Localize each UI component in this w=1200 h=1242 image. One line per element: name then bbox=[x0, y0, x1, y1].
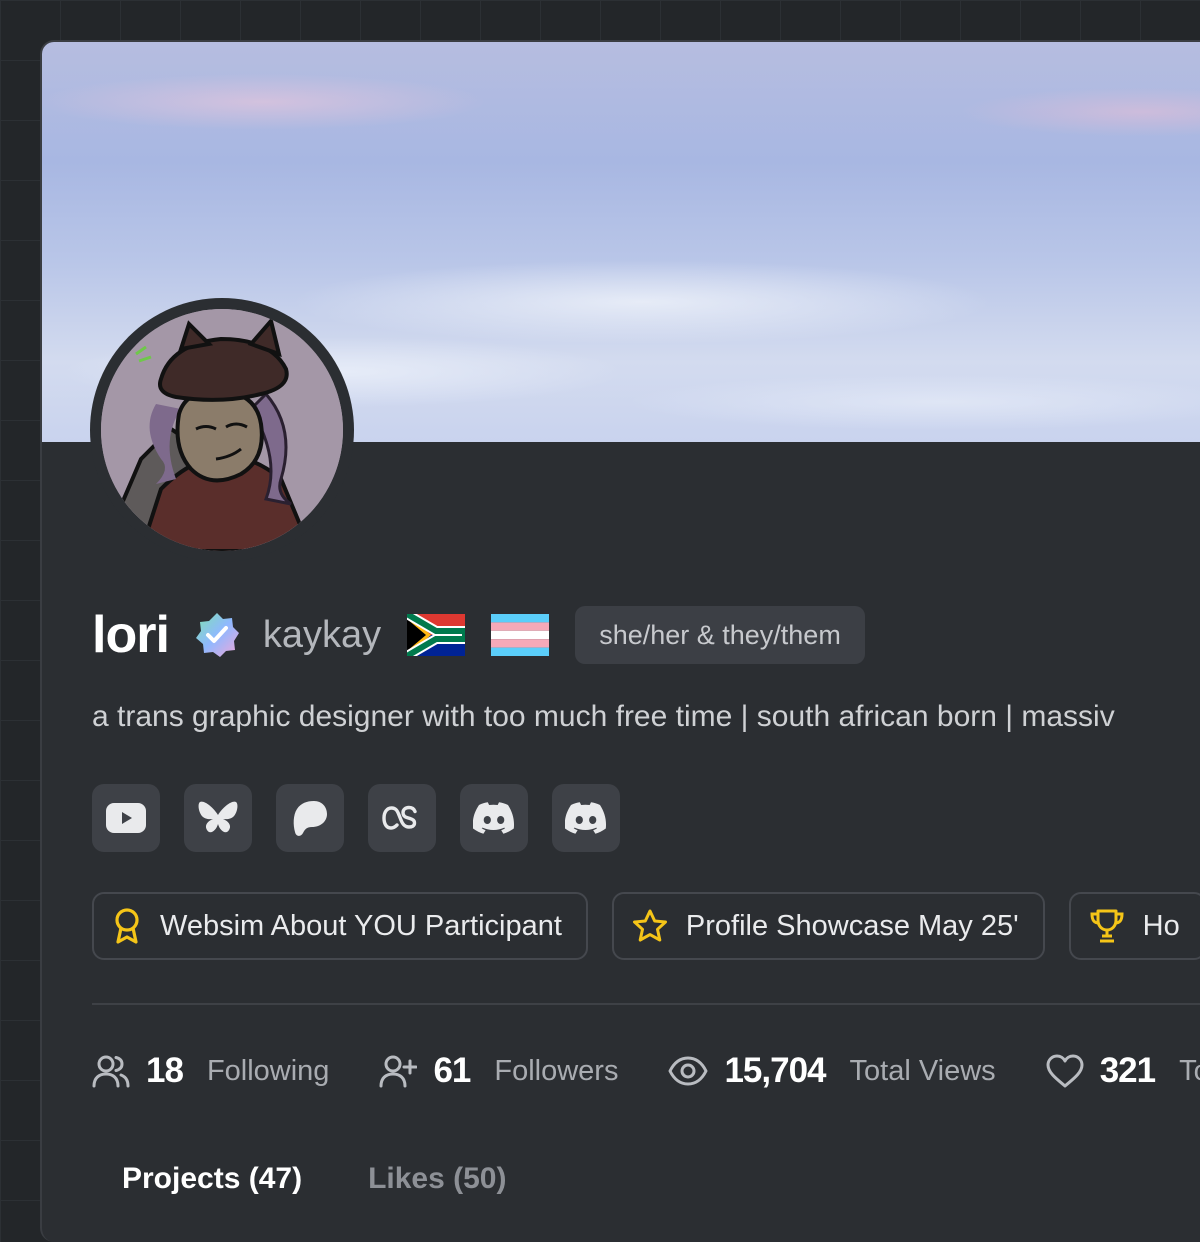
badge-label: Websim About YOU Participant bbox=[160, 909, 562, 942]
verified-badge-icon bbox=[195, 613, 239, 657]
profile-card: lori kaykay she/her & they/them a trans … bbox=[40, 40, 1200, 1242]
divider bbox=[92, 1003, 1200, 1005]
profile-bio: a trans graphic designer with too much f… bbox=[92, 700, 1115, 733]
stat-label: Followers bbox=[494, 1054, 619, 1087]
bluesky-link[interactable] bbox=[184, 784, 252, 852]
achievement-badges: Websim About YOU Participant Profile Sho… bbox=[92, 892, 1200, 960]
patreon-icon bbox=[293, 801, 327, 836]
stat-following[interactable]: 18 Following bbox=[92, 1051, 329, 1091]
stat-value: 321 bbox=[1099, 1051, 1156, 1090]
achievement-badge[interactable]: Profile Showcase May 25' bbox=[611, 892, 1045, 960]
star-icon bbox=[632, 909, 667, 942]
south-africa-flag-icon bbox=[407, 614, 466, 656]
stat-label: Following bbox=[206, 1054, 330, 1087]
avatar[interactable] bbox=[90, 298, 354, 562]
achievement-badge[interactable]: Ho bbox=[1068, 892, 1200, 960]
username: kaykay bbox=[262, 613, 382, 656]
tab-projects[interactable]: Projects (47) bbox=[122, 1162, 302, 1196]
transgender-flag-icon bbox=[491, 614, 550, 656]
youtube-link[interactable] bbox=[92, 784, 160, 852]
badge-label: Profile Showcase May 25' bbox=[685, 909, 1019, 942]
avatar-image bbox=[101, 309, 343, 551]
stat-total-likes[interactable]: 321 To bbox=[1046, 1051, 1200, 1091]
pronouns-badge: she/her & they/them bbox=[575, 606, 865, 664]
bluesky-icon bbox=[198, 801, 238, 833]
profile-stats: 18 Following 61 Followers 15,704 Total V… bbox=[92, 1045, 1200, 1097]
stat-value: 18 bbox=[146, 1051, 184, 1090]
lastfm-link[interactable] bbox=[368, 784, 436, 852]
profile-tabs: Projects (47) Likes (50) bbox=[122, 1162, 506, 1196]
heart-icon bbox=[1046, 1054, 1084, 1088]
user-plus-icon bbox=[379, 1055, 418, 1088]
discord-icon bbox=[565, 802, 607, 834]
badge-label: Ho bbox=[1142, 909, 1180, 942]
social-links bbox=[92, 784, 620, 852]
profile-name-row: lori kaykay she/her & they/them bbox=[92, 604, 865, 666]
stat-followers[interactable]: 61 Followers bbox=[379, 1051, 618, 1091]
eye-icon bbox=[668, 1056, 708, 1086]
tab-likes[interactable]: Likes (50) bbox=[368, 1162, 506, 1196]
lastfm-icon bbox=[382, 805, 417, 830]
display-name: lori bbox=[92, 606, 170, 664]
stat-value: 15,704 bbox=[724, 1051, 826, 1090]
trophy-icon bbox=[1090, 909, 1124, 943]
discord-link[interactable] bbox=[552, 784, 620, 852]
users-icon bbox=[92, 1055, 130, 1088]
discord-icon bbox=[473, 802, 515, 834]
patreon-link[interactable] bbox=[276, 784, 344, 852]
stat-total-views[interactable]: 15,704 Total Views bbox=[668, 1051, 996, 1091]
discord-link[interactable] bbox=[460, 784, 528, 852]
youtube-icon bbox=[106, 803, 146, 833]
stat-label: To bbox=[1179, 1054, 1200, 1087]
stat-label: Total Views bbox=[849, 1054, 996, 1087]
achievement-badge[interactable]: Websim About YOU Participant bbox=[92, 892, 588, 960]
stat-value: 61 bbox=[433, 1051, 471, 1090]
award-ribbon-icon bbox=[115, 908, 139, 944]
